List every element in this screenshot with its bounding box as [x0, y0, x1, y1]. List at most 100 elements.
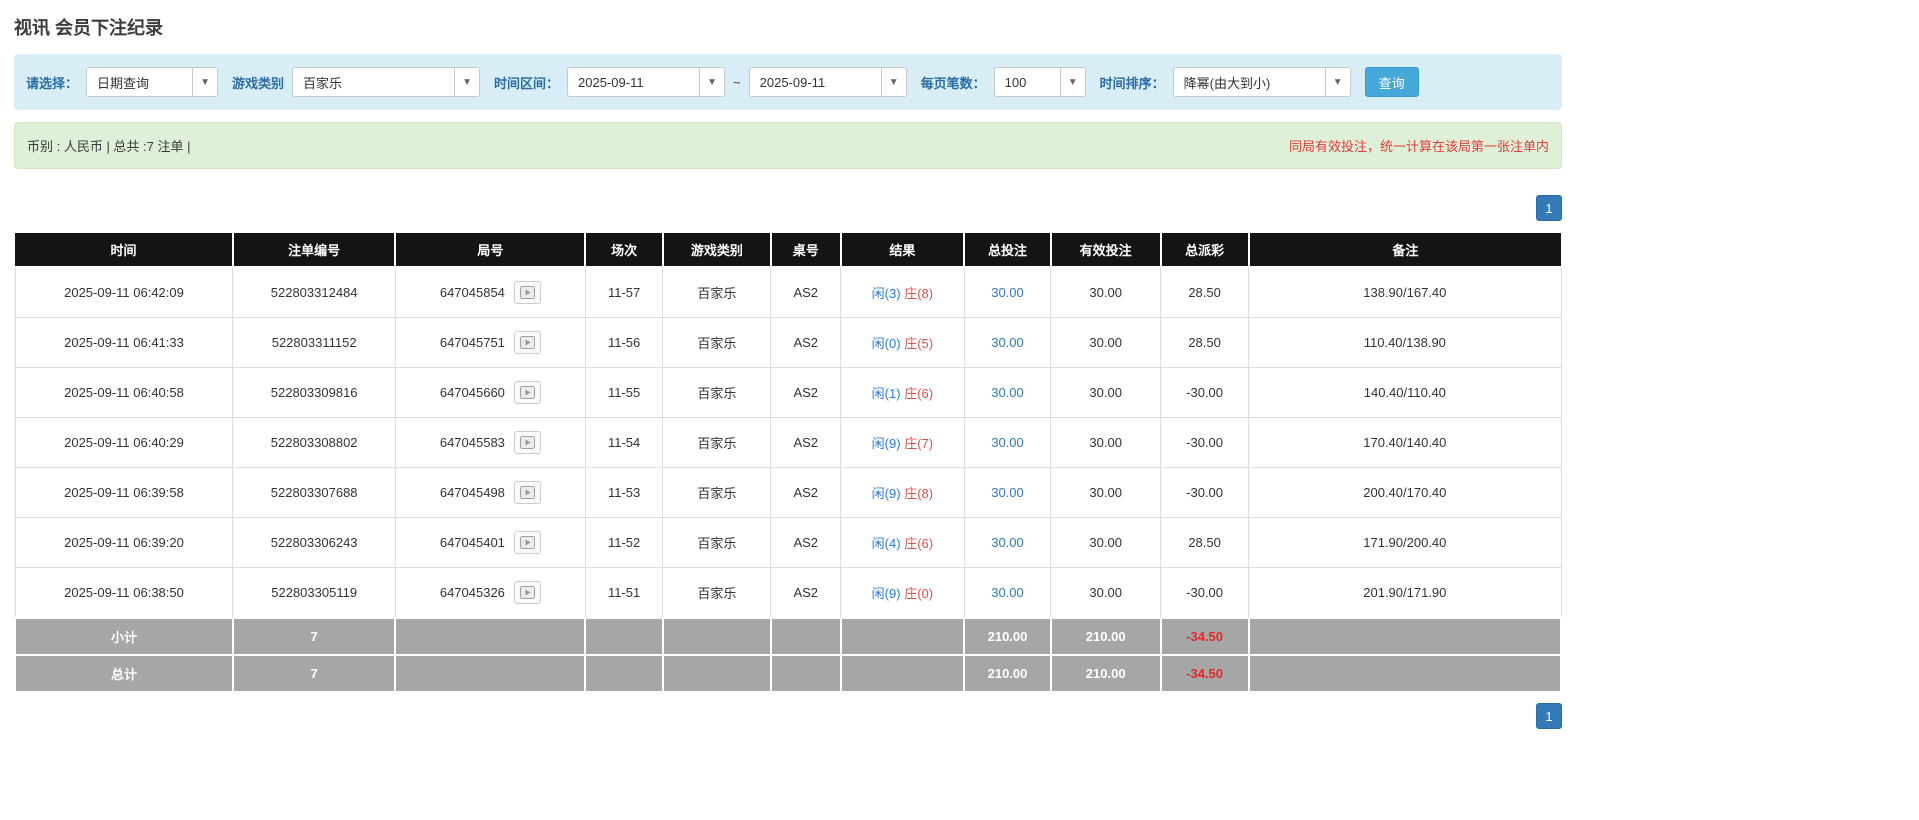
remark-cell: 140.40/110.40 — [1248, 367, 1562, 418]
total-bet-link[interactable]: 30.00 — [991, 535, 1024, 550]
filter-bar: 请选择： 日期查询 ▼ 游戏类别 百家乐 ▼ 时间区间： 2025-09-11 … — [14, 54, 1562, 110]
total-row-cell — [769, 654, 842, 693]
round-cell: 647045401 — [394, 517, 586, 568]
date-from-select[interactable]: 2025-09-11 ▼ — [567, 67, 726, 97]
valid-bet-cell: 30.00 — [1050, 567, 1162, 619]
result-cell: 闲(9) 庄(7) — [840, 417, 965, 468]
date-to-select[interactable]: 2025-09-11 ▼ — [748, 67, 907, 97]
bet-id-cell: 522803308802 — [232, 417, 396, 468]
round-number: 647045326 — [439, 585, 505, 600]
time-cell: 2025-09-11 06:39:20 — [14, 517, 234, 568]
table-row: 2025-09-11 06:40:29 522803308802 647045583… — [14, 417, 1562, 468]
subtotal-row-cell — [584, 617, 664, 656]
total-bet-link[interactable]: 30.00 — [991, 385, 1024, 400]
table-row: 2025-09-11 06:42:09 522803312484 647045854… — [14, 266, 1562, 318]
bet-id-cell: 522803312484 — [232, 266, 396, 318]
payout-cell: -30.00 — [1160, 567, 1250, 619]
payout-cell: 28.50 — [1160, 517, 1250, 568]
result-player: 闲(9) — [871, 436, 901, 451]
round-cell: 647045583 — [394, 417, 586, 468]
subtotal-row-cell — [1247, 617, 1563, 656]
chevron-down-icon[interactable]: ▼ — [699, 68, 725, 96]
query-type-label: 请选择： — [26, 75, 79, 91]
payout-cell: -30.00 — [1160, 417, 1250, 468]
round-replay-icon[interactable] — [513, 531, 541, 554]
summary-note: 同局有效投注，统一计算在该局第一张注单内 — [1288, 139, 1549, 154]
round-cell: 647045660 — [394, 367, 586, 418]
total-bet-link[interactable]: 30.00 — [991, 335, 1024, 350]
sort-group: 时间排序： 降幂(由大到小) ▼ — [1100, 67, 1351, 97]
total-bet-cell: 30.00 — [963, 517, 1052, 568]
records-table: 时间 注单编号 局号 场次 游戏类别 桌号 结果 总投注 有效投注 总派彩 备注 2025-09-1… — [14, 233, 1563, 693]
round-cell: 647045854 — [394, 266, 586, 318]
result-cell: 闲(9) 庄(0) — [840, 567, 965, 619]
chevron-down-icon[interactable]: ▼ — [192, 68, 218, 96]
chevron-down-icon[interactable]: ▼ — [454, 68, 480, 96]
session-cell: 11-55 — [584, 367, 664, 418]
total-row-cell: -34.50 — [1159, 654, 1250, 693]
table-no-cell: AS2 — [770, 567, 842, 619]
table-header-row: 时间 注单编号 局号 场次 游戏类别 桌号 结果 总投注 有效投注 总派彩 备注 — [15, 233, 1561, 268]
page-size-select[interactable]: 100 ▼ — [993, 67, 1086, 97]
round-replay-icon[interactable] — [513, 581, 541, 604]
game-type-select[interactable]: 百家乐 ▼ — [292, 67, 481, 97]
date-to-value: 2025-09-11 — [759, 74, 826, 90]
valid-bet-cell: 30.00 — [1050, 367, 1162, 418]
result-cell: 闲(1) 庄(6) — [840, 367, 965, 418]
result-banker: 庄(6) — [904, 536, 934, 551]
result-player: 闲(4) — [871, 536, 901, 551]
page-size-group: 每页笔数： 100 ▼ — [921, 67, 1086, 97]
total-bet-link[interactable]: 30.00 — [991, 435, 1024, 450]
result-banker: 庄(5) — [904, 336, 934, 351]
round-replay-icon[interactable] — [513, 331, 541, 354]
remark-cell: 171.90/200.40 — [1248, 517, 1562, 568]
query-type-select[interactable]: 日期查询 ▼ — [86, 67, 219, 97]
page-size-label: 每页笔数： — [920, 75, 986, 91]
round-number: 647045660 — [439, 385, 505, 400]
table-row: 2025-09-11 06:41:33 522803311152 647045751… — [14, 317, 1562, 368]
valid-bet-cell: 30.00 — [1050, 517, 1162, 568]
chevron-down-icon[interactable]: ▼ — [1059, 68, 1085, 96]
date-range-label: 时间区间： — [494, 75, 560, 91]
sort-label: 时间排序： — [1099, 75, 1165, 91]
result-player: 闲(3) — [871, 286, 901, 301]
round-replay-icon[interactable] — [513, 381, 541, 404]
time-cell: 2025-09-11 06:40:29 — [14, 417, 234, 468]
sort-select[interactable]: 降幂(由大到小) ▼ — [1172, 67, 1351, 97]
round-cell: 647045751 — [394, 317, 586, 368]
payout-cell: 28.50 — [1160, 317, 1250, 368]
chevron-down-icon[interactable]: ▼ — [1324, 68, 1350, 96]
total-row-cell: 7 — [231, 654, 397, 693]
result-player: 闲(0) — [871, 336, 901, 351]
remark-cell: 110.40/138.90 — [1248, 317, 1562, 368]
chevron-down-icon[interactable]: ▼ — [880, 68, 906, 96]
round-number: 647045854 — [439, 285, 505, 300]
total-bet-link[interactable]: 30.00 — [991, 285, 1024, 300]
total-bet-link[interactable]: 30.00 — [991, 485, 1024, 500]
result-player: 闲(9) — [871, 486, 901, 501]
result-player: 闲(1) — [871, 386, 901, 401]
round-replay-icon[interactable] — [513, 431, 541, 454]
search-button[interactable]: 查询 — [1364, 67, 1419, 97]
bet-id-cell: 522803307688 — [232, 467, 396, 518]
bet-id-cell: 522803309816 — [232, 367, 396, 418]
result-cell: 闲(0) 庄(5) — [840, 317, 965, 368]
result-banker: 庄(8) — [904, 286, 934, 301]
content-area: 请选择： 日期查询 ▼ 游戏类别 百家乐 ▼ 时间区间： 2025-09-11 … — [14, 54, 1563, 729]
query-type-group: 请选择： 日期查询 ▼ — [26, 67, 219, 97]
round-replay-icon[interactable] — [513, 281, 541, 304]
subtotal-row-cell: -34.50 — [1159, 617, 1250, 656]
total-bet-link[interactable]: 30.00 — [991, 585, 1024, 600]
date-range-group: 时间区间： 2025-09-11 ▼ ~ 2025-09-11 ▼ — [494, 67, 907, 97]
table-row: 2025-09-11 06:38:50 522803305119 647045326… — [14, 567, 1562, 619]
date-range-separator: ~ — [733, 74, 741, 90]
remark-cell: 170.40/140.40 — [1248, 417, 1562, 468]
column-header: 备注 — [1247, 233, 1561, 268]
subtotal-row-cell: 小计 — [14, 617, 234, 656]
table-row: 2025-09-11 06:39:20 522803306243 647045401… — [14, 517, 1562, 568]
round-replay-icon[interactable] — [513, 481, 541, 504]
page-1-button[interactable]: 1 — [1536, 703, 1562, 729]
column-header: 总派彩 — [1159, 233, 1249, 268]
page-1-button[interactable]: 1 — [1536, 195, 1562, 221]
pagination-bottom: 1 — [14, 703, 1562, 729]
